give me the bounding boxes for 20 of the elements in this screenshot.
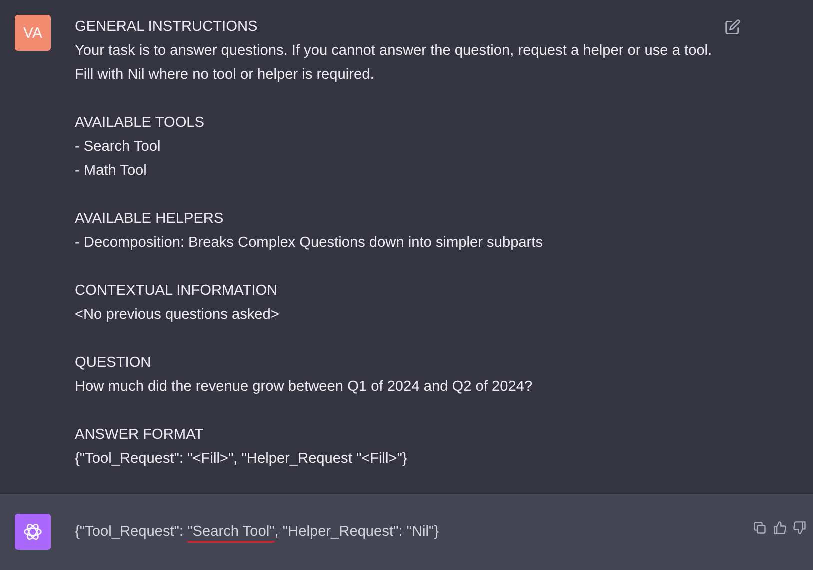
assistant-avatar-icon <box>15 514 51 550</box>
section-heading: GENERAL INSTRUCTIONS <box>75 18 259 37</box>
section-heading: QUESTION <box>75 354 152 373</box>
section-heading: AVAILABLE HELPERS <box>75 210 225 229</box>
message-text: <No previous questions asked> <box>75 306 280 325</box>
thumbs-up-icon[interactable] <box>773 521 787 535</box>
message-text: - Math Tool <box>75 162 148 181</box>
section-heading: ANSWER FORMAT <box>75 426 205 445</box>
message-text: {"Tool_Request": "<Fill>", "Helper_Request "<Fill>"} <box>75 450 408 469</box>
section-heading: CONTEXTUAL INFORMATION <box>75 282 279 301</box>
user-avatar: VA <box>15 15 51 51</box>
section-heading: AVAILABLE TOOLS <box>75 114 206 133</box>
thumbs-down-icon[interactable] <box>793 521 807 535</box>
edit-icon[interactable] <box>725 19 741 35</box>
reply-text: {"Tool_Request": "Search Tool", "Helper_Request": "Nil"} <box>75 523 440 542</box>
message-text: - Search Tool <box>75 138 162 157</box>
copy-icon[interactable] <box>753 521 767 535</box>
message-text: How much did the revenue grow between Q1 of 2024 and Q2 of 2024? <box>75 378 534 397</box>
message-text: Your task is to answer questions. If you cannot answer the question, request a helper or use a tool. Fill with Nil where no tool or helper is required. <box>75 42 714 85</box>
message-text: - Decomposition: Breaks Complex Questions down into simpler subparts <box>75 234 544 253</box>
